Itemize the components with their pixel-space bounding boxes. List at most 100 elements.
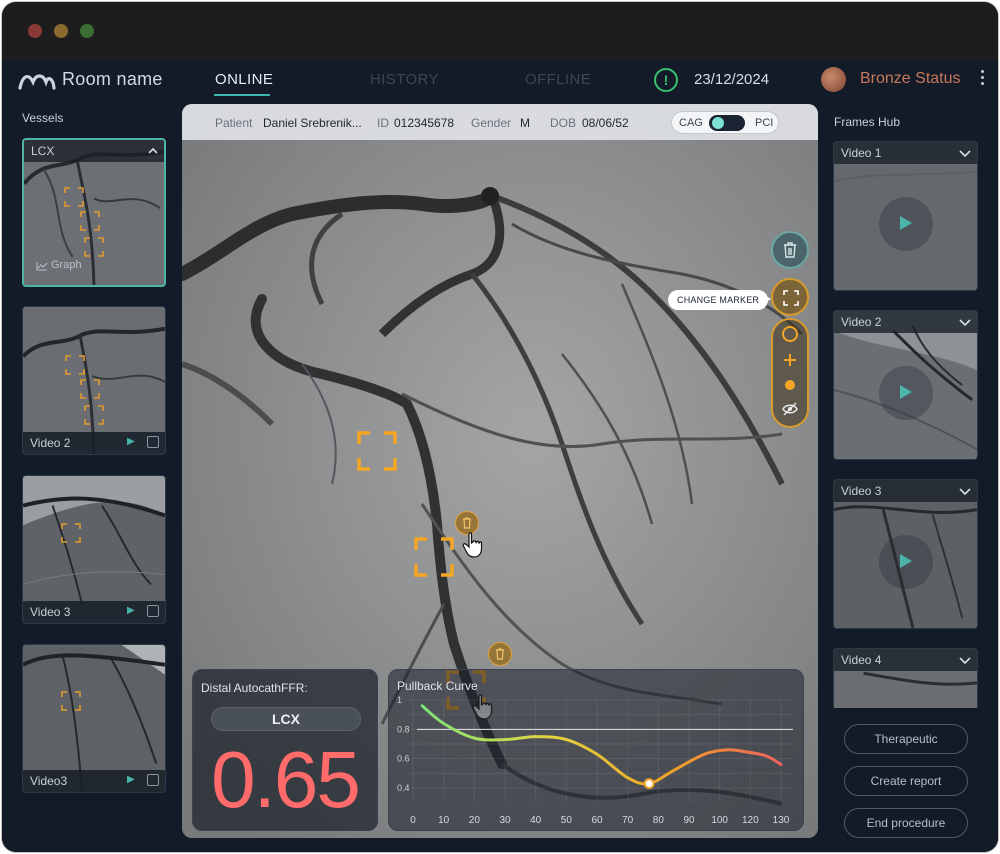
circle-marker-icon[interactable] xyxy=(781,325,799,343)
vessel-card-label: Video 2 xyxy=(30,436,71,450)
vessel-card-footer: Video 3 ▶ xyxy=(23,601,165,623)
app-body: Room name ONLINE HISTORY OFFLINE ! 23/12… xyxy=(2,60,998,852)
mode-switch[interactable] xyxy=(709,115,745,131)
maximize-window-button[interactable] xyxy=(80,24,94,38)
end-procedure-button[interactable]: End procedure xyxy=(844,808,968,838)
chevron-down-icon[interactable] xyxy=(959,486,971,496)
x-tick-label: 30 xyxy=(499,815,511,826)
x-tick-label: 50 xyxy=(561,815,573,826)
pullback-series-line xyxy=(420,704,783,786)
frame-card-label: Video 3 xyxy=(841,484,882,498)
x-tick-label: 40 xyxy=(530,815,542,826)
hide-markers-icon[interactable] xyxy=(782,402,798,416)
chevron-down-icon[interactable] xyxy=(959,148,971,158)
more-options-icon[interactable] xyxy=(978,70,986,90)
delete-tool-button[interactable] xyxy=(771,231,809,269)
play-video-button[interactable] xyxy=(879,197,933,251)
marker-icon xyxy=(80,211,100,231)
marker-icon xyxy=(84,237,104,257)
chevron-down-icon[interactable] xyxy=(959,655,971,665)
frames-hub-title: Frames Hub xyxy=(834,115,901,129)
marker-icon xyxy=(61,523,81,543)
marker-icon xyxy=(65,355,85,375)
chevron-up-icon[interactable] xyxy=(148,146,158,156)
play-video-button[interactable] xyxy=(879,366,933,420)
gender-key: Gender xyxy=(471,116,512,130)
mode-pci-label: PCI xyxy=(755,117,774,129)
select-checkbox[interactable] xyxy=(147,605,159,617)
dot-marker-icon[interactable] xyxy=(784,379,796,391)
change-marker-tooltip: CHANGE MARKER xyxy=(668,290,769,310)
therapeutic-button[interactable]: Therapeutic xyxy=(844,724,968,754)
tab-offline[interactable]: OFFLINE xyxy=(525,71,591,88)
frame-card-header: Video 2 xyxy=(834,311,977,333)
x-tick-label: 0 xyxy=(410,815,416,826)
x-tick-label: 120 xyxy=(742,815,759,826)
close-window-button[interactable] xyxy=(28,24,42,38)
change-marker-button[interactable] xyxy=(771,278,809,316)
pullback-curve-panel: Pullback Curve 0.4 0.6 0.8 1 0 10 20 30 40 50 60 7… xyxy=(388,669,804,831)
play-icon xyxy=(900,554,912,568)
graph-label[interactable]: Graph xyxy=(51,259,82,271)
vessel-card-video-3[interactable]: Video 3 ▶ xyxy=(22,475,166,624)
play-icon[interactable]: ▶ xyxy=(127,605,135,616)
marker-frame-icon xyxy=(783,290,799,306)
minimize-window-button[interactable] xyxy=(54,24,68,38)
frame-card-label: Video 4 xyxy=(841,653,882,667)
vessel-card-label: Video 3 xyxy=(30,605,71,619)
tab-history[interactable]: HISTORY xyxy=(370,71,439,88)
top-nav: Room name ONLINE HISTORY OFFLINE ! 23/12… xyxy=(2,60,998,100)
frame-card-label: Video 2 xyxy=(841,315,882,329)
y-tick-label: 0.6 xyxy=(397,754,410,764)
dob-key: DOB xyxy=(550,116,577,130)
alert-icon[interactable]: ! xyxy=(654,68,678,92)
graph-icon xyxy=(36,262,48,271)
title-bar xyxy=(2,2,998,60)
trash-icon xyxy=(496,648,504,660)
frame-card-video-1[interactable]: Video 1 xyxy=(833,141,978,291)
play-icon[interactable]: ▶ xyxy=(127,774,135,785)
play-icon[interactable]: ▶ xyxy=(127,436,135,447)
vessel-card-video3[interactable]: Video3 ▶ xyxy=(22,644,166,793)
frame-card-header: Video 3 xyxy=(834,480,977,502)
marker-tool-group xyxy=(771,318,809,428)
vessel-marker-1[interactable] xyxy=(356,430,398,472)
marker-delete-button[interactable] xyxy=(488,642,512,666)
frame-card-video-2[interactable]: Video 2 xyxy=(833,310,978,460)
select-checkbox[interactable] xyxy=(147,436,159,448)
marker-icon xyxy=(64,187,84,207)
vessel-card-lcx[interactable]: LCX Graph xyxy=(22,138,166,287)
y-tick-label: 0.8 xyxy=(397,724,410,734)
chevron-down-icon[interactable] xyxy=(959,317,971,327)
mode-toggle[interactable]: CAG PCI xyxy=(671,111,779,134)
bronze-badge-icon xyxy=(821,67,846,92)
vessels-title: Vessels xyxy=(22,111,64,125)
x-tick-label: 130 xyxy=(773,815,790,826)
room-name: Room name xyxy=(62,69,163,89)
ffr-panel: Distal AutocathFFR: LCX 0.65 xyxy=(192,669,378,831)
trash-icon xyxy=(463,517,471,529)
frame-card-video-3[interactable]: Video 3 xyxy=(833,479,978,629)
frame-card-header: Video 1 xyxy=(834,142,977,164)
x-tick-label: 70 xyxy=(622,815,634,826)
angiogram-viewer[interactable]: Patient Daniel Srebrenik... ID 012345678… xyxy=(182,104,818,838)
tab-online[interactable]: ONLINE xyxy=(215,71,273,88)
ffr-value: 0.65 xyxy=(211,735,361,824)
frame-card-video-4[interactable]: Video 4 xyxy=(833,648,978,710)
vessel-card-video-2[interactable]: Video 2 ▶ xyxy=(22,306,166,455)
x-tick-label: 60 xyxy=(591,815,603,826)
patient-dob: 08/06/52 xyxy=(582,116,629,130)
patient-key: Patient xyxy=(215,116,253,130)
plus-marker-icon[interactable] xyxy=(783,353,797,367)
user-status[interactable]: Bronze Status xyxy=(860,70,961,88)
x-tick-label: 80 xyxy=(653,815,665,826)
mode-cag-label: CAG xyxy=(679,117,703,129)
hand-cursor-icon xyxy=(462,532,483,558)
play-video-button[interactable] xyxy=(879,535,933,589)
vessel-marker-2[interactable] xyxy=(413,536,455,578)
action-panel: Therapeutic Create report End procedure xyxy=(828,708,998,852)
create-report-button[interactable]: Create report xyxy=(844,766,968,796)
ffr-vessel-selector[interactable]: LCX xyxy=(211,707,361,731)
y-tick-label: 1 xyxy=(397,695,402,705)
select-checkbox[interactable] xyxy=(147,774,159,786)
